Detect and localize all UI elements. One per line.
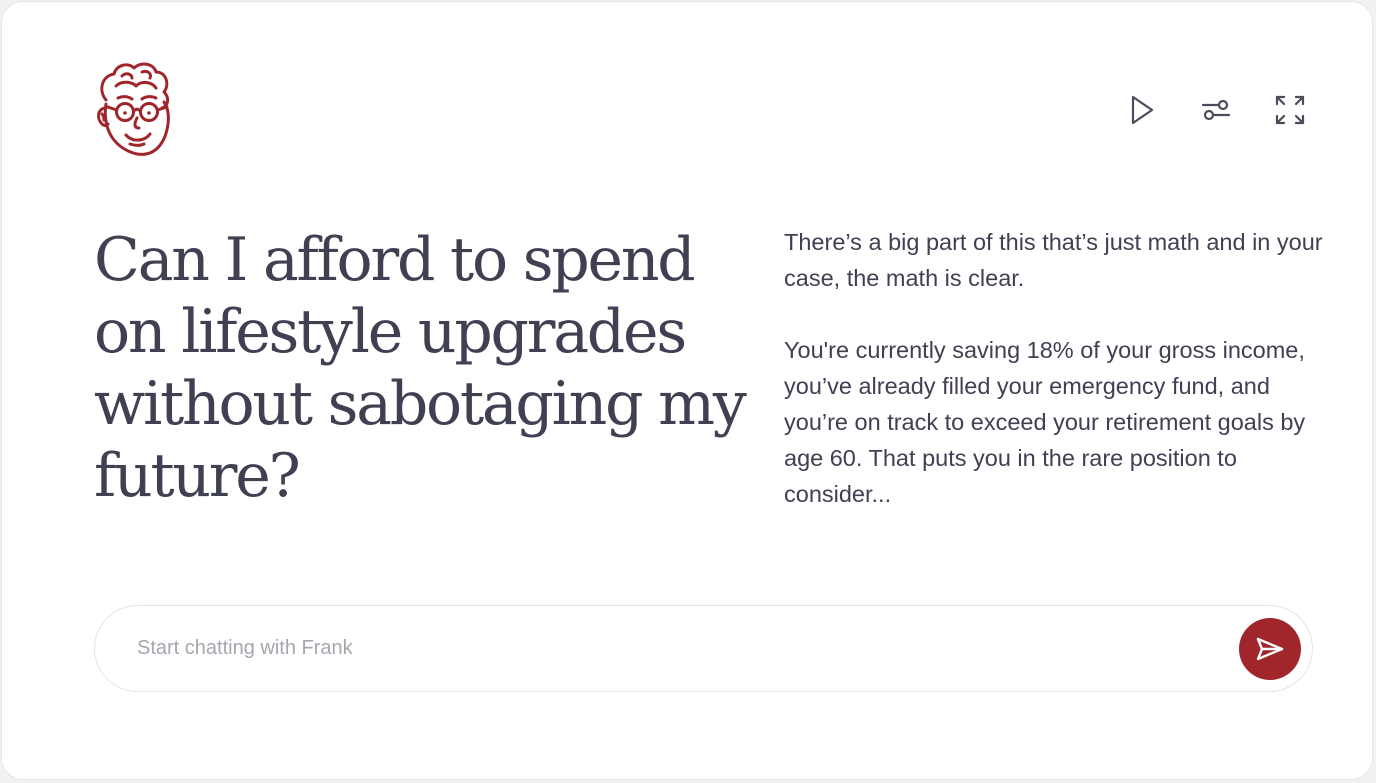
chat-bar [94,605,1313,692]
settings-button[interactable] [1198,92,1234,128]
play-icon [1131,95,1154,125]
play-button[interactable] [1124,92,1160,128]
sliders-icon [1201,99,1231,121]
fullscreen-button[interactable] [1272,92,1308,128]
send-icon [1256,637,1284,661]
answer-paragraph: There’s a big part of this that’s just m… [784,229,1323,291]
answer-text: There’s a big part of this that’s just m… [784,224,1324,512]
answer-paragraph: You're currently saving 18% of your gros… [784,337,1306,507]
question-heading: Can I afford to spend on lifestyle upgra… [94,225,747,511]
frank-avatar-icon [92,60,176,160]
send-button[interactable] [1239,618,1301,680]
chat-card: Can I afford to spend on lifestyle upgra… [1,1,1373,780]
chat-input[interactable] [137,626,1217,670]
expand-icon [1275,95,1305,125]
toolbar [1124,92,1308,128]
